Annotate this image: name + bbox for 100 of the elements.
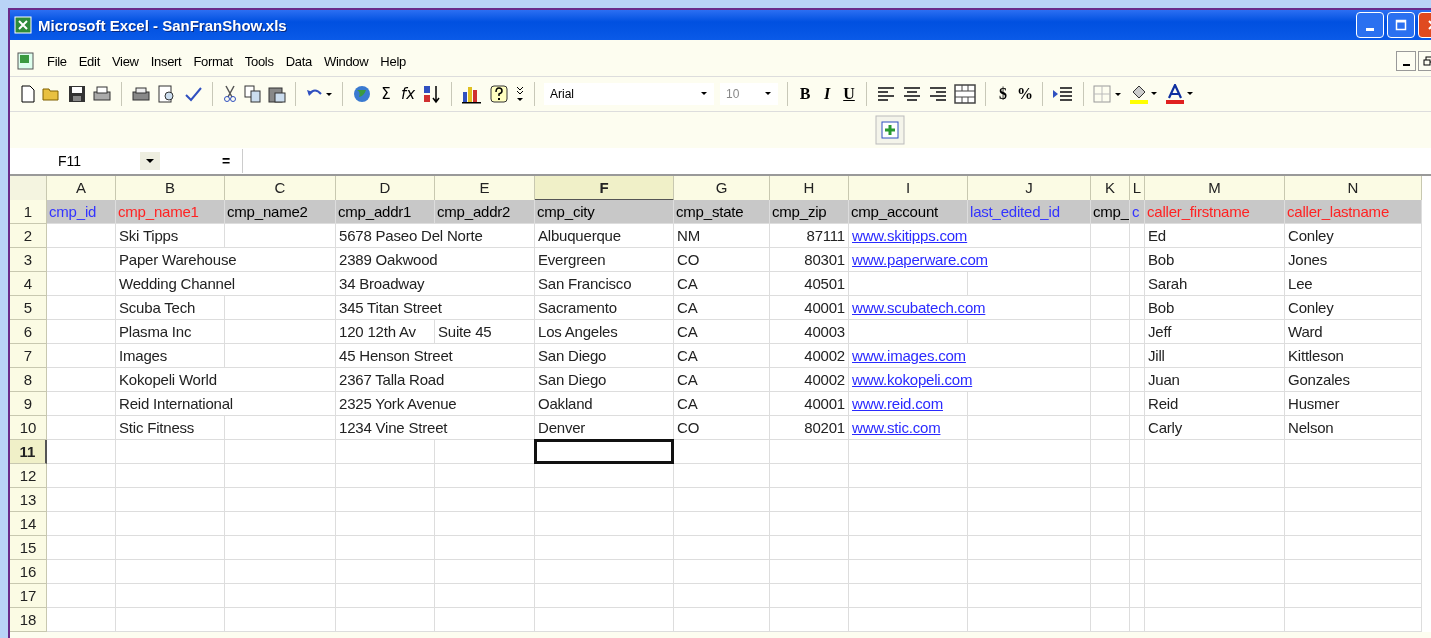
table-cell: 45 Henson Street bbox=[336, 344, 535, 368]
menu-item[interactable]: Help bbox=[375, 51, 411, 71]
table-cell: cmp_city bbox=[535, 200, 674, 224]
menu-item[interactable]: Insert bbox=[145, 51, 187, 71]
table-cell: CA bbox=[674, 296, 770, 320]
row-header[interactable]: 9 bbox=[10, 392, 47, 416]
column-header[interactable]: F bbox=[535, 176, 674, 201]
table-cell: Suite 45 bbox=[435, 320, 535, 344]
table-cell: Albuquerque bbox=[535, 224, 674, 248]
table-cell: CA bbox=[674, 392, 770, 416]
column-header[interactable]: C bbox=[225, 176, 336, 201]
table-cell: San Francisco bbox=[535, 272, 674, 296]
column-header[interactable]: A bbox=[47, 176, 116, 201]
font-dropdown[interactable]: Arial bbox=[544, 83, 714, 105]
table-cell: www.paperware.com bbox=[849, 248, 1091, 272]
row-header[interactable]: 12 bbox=[10, 464, 47, 488]
row-header[interactable]: 6 bbox=[10, 320, 47, 344]
table-cell: Conley bbox=[1285, 224, 1422, 248]
italic-button[interactable]: I bbox=[819, 85, 835, 103]
row-header[interactable]: 2 bbox=[10, 224, 47, 248]
column-header[interactable]: E bbox=[435, 176, 535, 201]
function-button[interactable]: fx bbox=[400, 85, 416, 103]
table-cell: cmp_addr2 bbox=[435, 200, 535, 224]
table-cell: c bbox=[1130, 200, 1145, 224]
table-cell: 2325 York Avenue bbox=[336, 392, 535, 416]
table-cell: NM bbox=[674, 224, 770, 248]
table-cell: Juan bbox=[1145, 368, 1285, 392]
table-cell: www.stic.com bbox=[849, 416, 968, 440]
column-header[interactable]: I bbox=[849, 176, 968, 201]
table-cell: cmp_zip bbox=[770, 200, 849, 224]
table-cell: caller_firstname bbox=[1145, 200, 1285, 224]
table-cell: 2367 Talla Road bbox=[336, 368, 535, 392]
table-cell: 120 12th Av bbox=[336, 320, 435, 344]
table-cell: Conley bbox=[1285, 296, 1422, 320]
table-cell: 40002 bbox=[770, 368, 849, 392]
table-cell: Ed bbox=[1145, 224, 1285, 248]
column-header[interactable]: L bbox=[1130, 176, 1145, 201]
table-cell: www.images.com bbox=[849, 344, 1091, 368]
table-cell: Sarah bbox=[1145, 272, 1285, 296]
table-cell: cmp_account bbox=[849, 200, 968, 224]
table-cell: www.kokopeli.com bbox=[849, 368, 1091, 392]
table-cell: 2389 Oakwood bbox=[336, 248, 535, 272]
menu-item[interactable]: File bbox=[42, 51, 72, 71]
menu-item[interactable]: Edit bbox=[73, 51, 105, 71]
table-cell: Husmer bbox=[1285, 392, 1422, 416]
column-header[interactable]: J bbox=[968, 176, 1091, 201]
table-cell: cmp_name2 bbox=[225, 200, 336, 224]
table-cell: 1234 Vine Street bbox=[336, 416, 535, 440]
table-cell: last_edited_id bbox=[968, 200, 1091, 224]
name-box[interactable]: F11 bbox=[10, 149, 160, 173]
table-cell: Jones bbox=[1285, 248, 1422, 272]
row-header[interactable]: 11 bbox=[10, 440, 47, 464]
autosum-button[interactable]: Σ bbox=[378, 85, 394, 103]
table-cell: 40001 bbox=[770, 296, 849, 320]
table-cell: Ward bbox=[1285, 320, 1422, 344]
table-cell: www.scubatech.com bbox=[849, 296, 1091, 320]
row-header[interactable]: 1 bbox=[10, 200, 47, 224]
menu-item[interactable]: Format bbox=[188, 51, 238, 71]
column-header[interactable]: N bbox=[1285, 176, 1422, 201]
row-header[interactable]: 3 bbox=[10, 248, 47, 272]
column-header[interactable]: K bbox=[1091, 176, 1130, 201]
column-header[interactable]: M bbox=[1145, 176, 1285, 201]
table-cell: Evergreen bbox=[535, 248, 674, 272]
underline-button[interactable]: U bbox=[841, 85, 857, 103]
column-header[interactable]: B bbox=[116, 176, 225, 201]
formula-equals-sign: = bbox=[222, 153, 232, 169]
table-cell: Kittleson bbox=[1285, 344, 1422, 368]
font-size-dropdown[interactable]: 10 bbox=[720, 83, 778, 105]
column-header[interactable]: D bbox=[336, 176, 435, 201]
menu-item[interactable]: Data bbox=[280, 51, 317, 71]
row-header[interactable]: 5 bbox=[10, 296, 47, 320]
menu-item[interactable]: Window bbox=[318, 51, 374, 71]
table-cell: Nelson bbox=[1285, 416, 1422, 440]
menu-item[interactable]: Tools bbox=[239, 51, 279, 71]
table-cell: 40501 bbox=[770, 272, 849, 296]
table-cell: cmp_state bbox=[674, 200, 770, 224]
row-header[interactable]: 4 bbox=[10, 272, 47, 296]
row-header[interactable]: 14 bbox=[10, 512, 47, 536]
percent-button[interactable]: % bbox=[1017, 85, 1033, 103]
row-header[interactable]: 13 bbox=[10, 488, 47, 512]
row-header[interactable]: 17 bbox=[10, 584, 47, 608]
table-cell: Gonzales bbox=[1285, 368, 1422, 392]
row-header[interactable]: 15 bbox=[10, 536, 47, 560]
row-header[interactable]: 10 bbox=[10, 416, 47, 440]
table-cell: cmp_name1 bbox=[116, 200, 225, 224]
table-cell: caller_lastname bbox=[1285, 200, 1422, 224]
table-cell: CA bbox=[674, 320, 770, 344]
table-cell: Reid bbox=[1145, 392, 1285, 416]
row-header[interactable]: 18 bbox=[10, 608, 47, 632]
currency-button[interactable]: $ bbox=[995, 85, 1011, 103]
row-header[interactable]: 7 bbox=[10, 344, 47, 368]
bold-button[interactable]: B bbox=[797, 85, 813, 103]
menu-item[interactable]: View bbox=[106, 51, 144, 71]
table-cell: Plasma Inc bbox=[116, 320, 225, 344]
row-header[interactable]: 16 bbox=[10, 560, 47, 584]
column-header[interactable]: H bbox=[770, 176, 849, 201]
table-cell: Paper Warehouse bbox=[116, 248, 336, 272]
row-header[interactable]: 8 bbox=[10, 368, 47, 392]
table-cell: 40003 bbox=[770, 320, 849, 344]
column-header[interactable]: G bbox=[674, 176, 770, 201]
